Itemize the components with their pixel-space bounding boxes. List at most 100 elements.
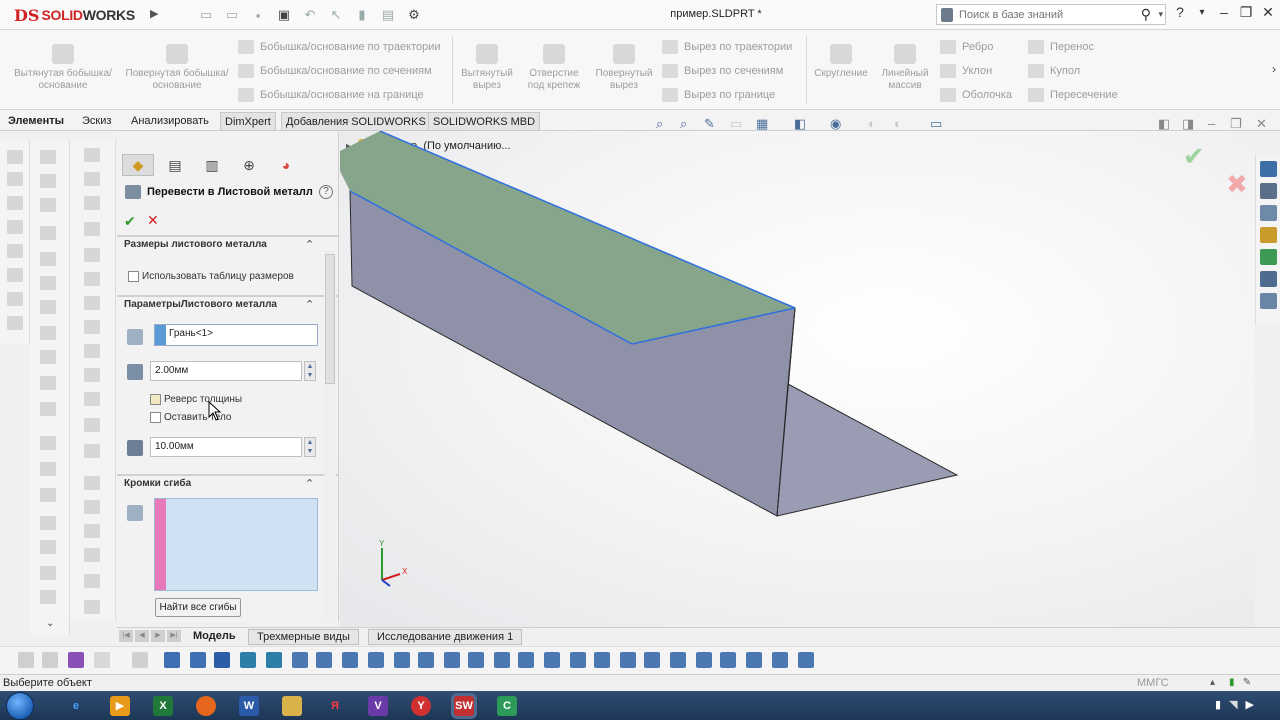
sketch-tool-icon[interactable] (7, 196, 23, 210)
find-bends-button[interactable]: Найти все сгибы (155, 598, 241, 617)
solidworks-logo[interactable]: DS SOLID WORKS (14, 5, 135, 25)
appearances-icon[interactable] (1260, 249, 1277, 265)
feature-tool-icon[interactable] (40, 488, 56, 502)
feature-tool-icon[interactable] (40, 276, 56, 290)
chevron-down-icon[interactable]: ⌄ (46, 618, 54, 629)
file-properties-icon[interactable]: ▤ (377, 6, 399, 24)
filter-segments-icon[interactable] (394, 652, 410, 668)
media-player-icon[interactable]: ▶ (110, 696, 130, 716)
minimize-icon[interactable]: – (1214, 4, 1234, 20)
last-tab-icon[interactable]: ▶| (167, 630, 181, 642)
feature-tool-icon[interactable] (40, 252, 56, 266)
filter-vertices-icon[interactable] (164, 652, 180, 668)
filter-datum-icon[interactable] (544, 652, 560, 668)
save-icon[interactable]: ▪ (247, 6, 269, 24)
language-icon[interactable]: ◥ (1229, 698, 1237, 711)
selection-filter-icon[interactable] (68, 652, 84, 668)
cancel-button[interactable]: ✕ (147, 212, 159, 229)
wrap-button[interactable]: Перенос (1028, 38, 1094, 56)
rebuild-status-icon[interactable]: ▮ (1229, 677, 1235, 688)
feature-tool-icon[interactable] (40, 516, 56, 530)
sketch-tool-icon[interactable] (7, 150, 23, 164)
tab-dimxpert-manager[interactable]: ⊕ (233, 154, 265, 176)
revolved-boss-button[interactable]: Повернутая бобышка/основание (122, 44, 232, 92)
thickness-spinner[interactable]: ▲ ▼ (304, 361, 316, 381)
tab-3d-views[interactable]: Трехмерные виды (248, 629, 359, 645)
viewport-prev-icon[interactable]: ◧ (1158, 116, 1170, 132)
revolved-cut-button[interactable]: Повернутый вырез (590, 44, 658, 92)
group-parameters-header[interactable]: ПараметрыЛистового металла (124, 299, 277, 310)
filter-centers-icon[interactable] (444, 652, 460, 668)
view-orientation-icon[interactable]: ▦ (756, 116, 768, 132)
extruded-cut-button[interactable]: Вытянутый вырез (456, 44, 518, 92)
filter-connection-point-icon[interactable] (798, 652, 814, 668)
sheet-metal-tool-icon[interactable] (84, 172, 100, 186)
feature-tool-icon[interactable] (40, 326, 56, 340)
filter-solids-icon[interactable] (266, 652, 282, 668)
fixed-face-selection[interactable]: Грань<1> (154, 324, 318, 346)
ribbon-expand-icon[interactable]: › (1272, 62, 1276, 76)
customize-icon[interactable]: ✎ (1243, 677, 1251, 688)
feature-tool-icon[interactable] (40, 402, 56, 416)
view-settings-icon[interactable]: ▭ (930, 116, 942, 132)
filter-blocks-icon[interactable] (696, 652, 712, 668)
sheet-metal-tool-icon[interactable] (84, 418, 100, 432)
filter-sketch-icon[interactable] (368, 652, 384, 668)
boundary-cut-button[interactable]: Вырез по границе (662, 86, 775, 104)
rib-button[interactable]: Ребро (940, 38, 993, 56)
ok-button[interactable]: ✔ (124, 213, 136, 230)
sheet-metal-tool-icon[interactable] (84, 524, 100, 538)
section-view-icon[interactable]: ▭ (730, 116, 742, 132)
visio-icon[interactable]: V (368, 696, 388, 716)
home-icon[interactable] (1260, 161, 1277, 177)
tab-sketch[interactable]: Эскиз (78, 112, 115, 131)
feature-tool-icon[interactable] (40, 350, 56, 364)
sheet-metal-tool-icon[interactable] (84, 476, 100, 490)
filter-cosmetic-thread-icon[interactable] (670, 652, 686, 668)
options-gear-icon[interactable]: ⚙ (403, 6, 425, 24)
sheet-metal-tool-icon[interactable] (84, 548, 100, 562)
feature-tool-icon[interactable] (40, 150, 56, 164)
yandex-icon[interactable]: Я (325, 696, 345, 716)
solidworks-taskbar-icon[interactable]: SW (454, 696, 474, 716)
close-icon[interactable]: ✕ (1258, 4, 1278, 21)
feature-tool-icon[interactable] (40, 436, 56, 450)
filter-hole-callout-icon[interactable] (644, 652, 660, 668)
search-input[interactable] (959, 7, 1129, 22)
sheet-metal-tool-icon[interactable] (84, 392, 100, 406)
filter-centerline-icon[interactable] (772, 652, 788, 668)
checkbox-box[interactable] (150, 394, 161, 405)
knowledge-base-search[interactable]: ⚲ ▾ (936, 4, 1166, 25)
draft-button[interactable]: Уклон (940, 62, 992, 80)
firefox-icon[interactable] (196, 696, 216, 716)
sheet-metal-tool-icon[interactable] (84, 444, 100, 458)
sheet-metal-tool-icon[interactable] (84, 344, 100, 358)
intersect-button[interactable]: Пересечение (1028, 86, 1118, 104)
forum-icon[interactable] (1260, 293, 1277, 309)
rebuild-icon[interactable]: ▮ (351, 6, 373, 24)
sheet-metal-tool-icon[interactable] (84, 574, 100, 588)
volume-icon[interactable]: ▶ (1246, 698, 1254, 711)
model-view[interactable] (340, 131, 1255, 627)
viewport-restore-icon[interactable]: ❐ (1230, 116, 1242, 132)
bend-radius-input[interactable]: 10.00мм (150, 437, 302, 457)
lofted-cut-button[interactable]: Вырез по сечениям (662, 62, 783, 80)
filter-dimensions-icon[interactable] (468, 652, 484, 668)
zoom-to-area-icon[interactable]: ⌕ (680, 116, 687, 132)
sheet-metal-tool-icon[interactable] (84, 600, 100, 614)
custom-properties-icon[interactable] (1260, 271, 1277, 287)
collapse-icon[interactable]: ⌃ (305, 477, 314, 490)
filter-route-icon[interactable] (720, 652, 736, 668)
feature-tool-icon[interactable] (40, 226, 56, 240)
viewport-next-icon[interactable]: ◨ (1182, 116, 1194, 132)
feature-tool-icon[interactable] (40, 198, 56, 212)
prev-tab-icon[interactable]: ◀ (135, 630, 149, 642)
yandex-browser-icon[interactable]: Y (411, 696, 431, 716)
unit-system[interactable]: ММГС (1137, 677, 1169, 689)
filter-icon[interactable] (42, 652, 58, 668)
appearance-icon[interactable]: ◐ (868, 116, 876, 131)
sketch-tool-icon[interactable] (7, 316, 23, 330)
sketch-tool-icon[interactable] (7, 268, 23, 282)
filter-midpoints-icon[interactable] (418, 652, 434, 668)
filter-faces-icon[interactable] (214, 652, 230, 668)
